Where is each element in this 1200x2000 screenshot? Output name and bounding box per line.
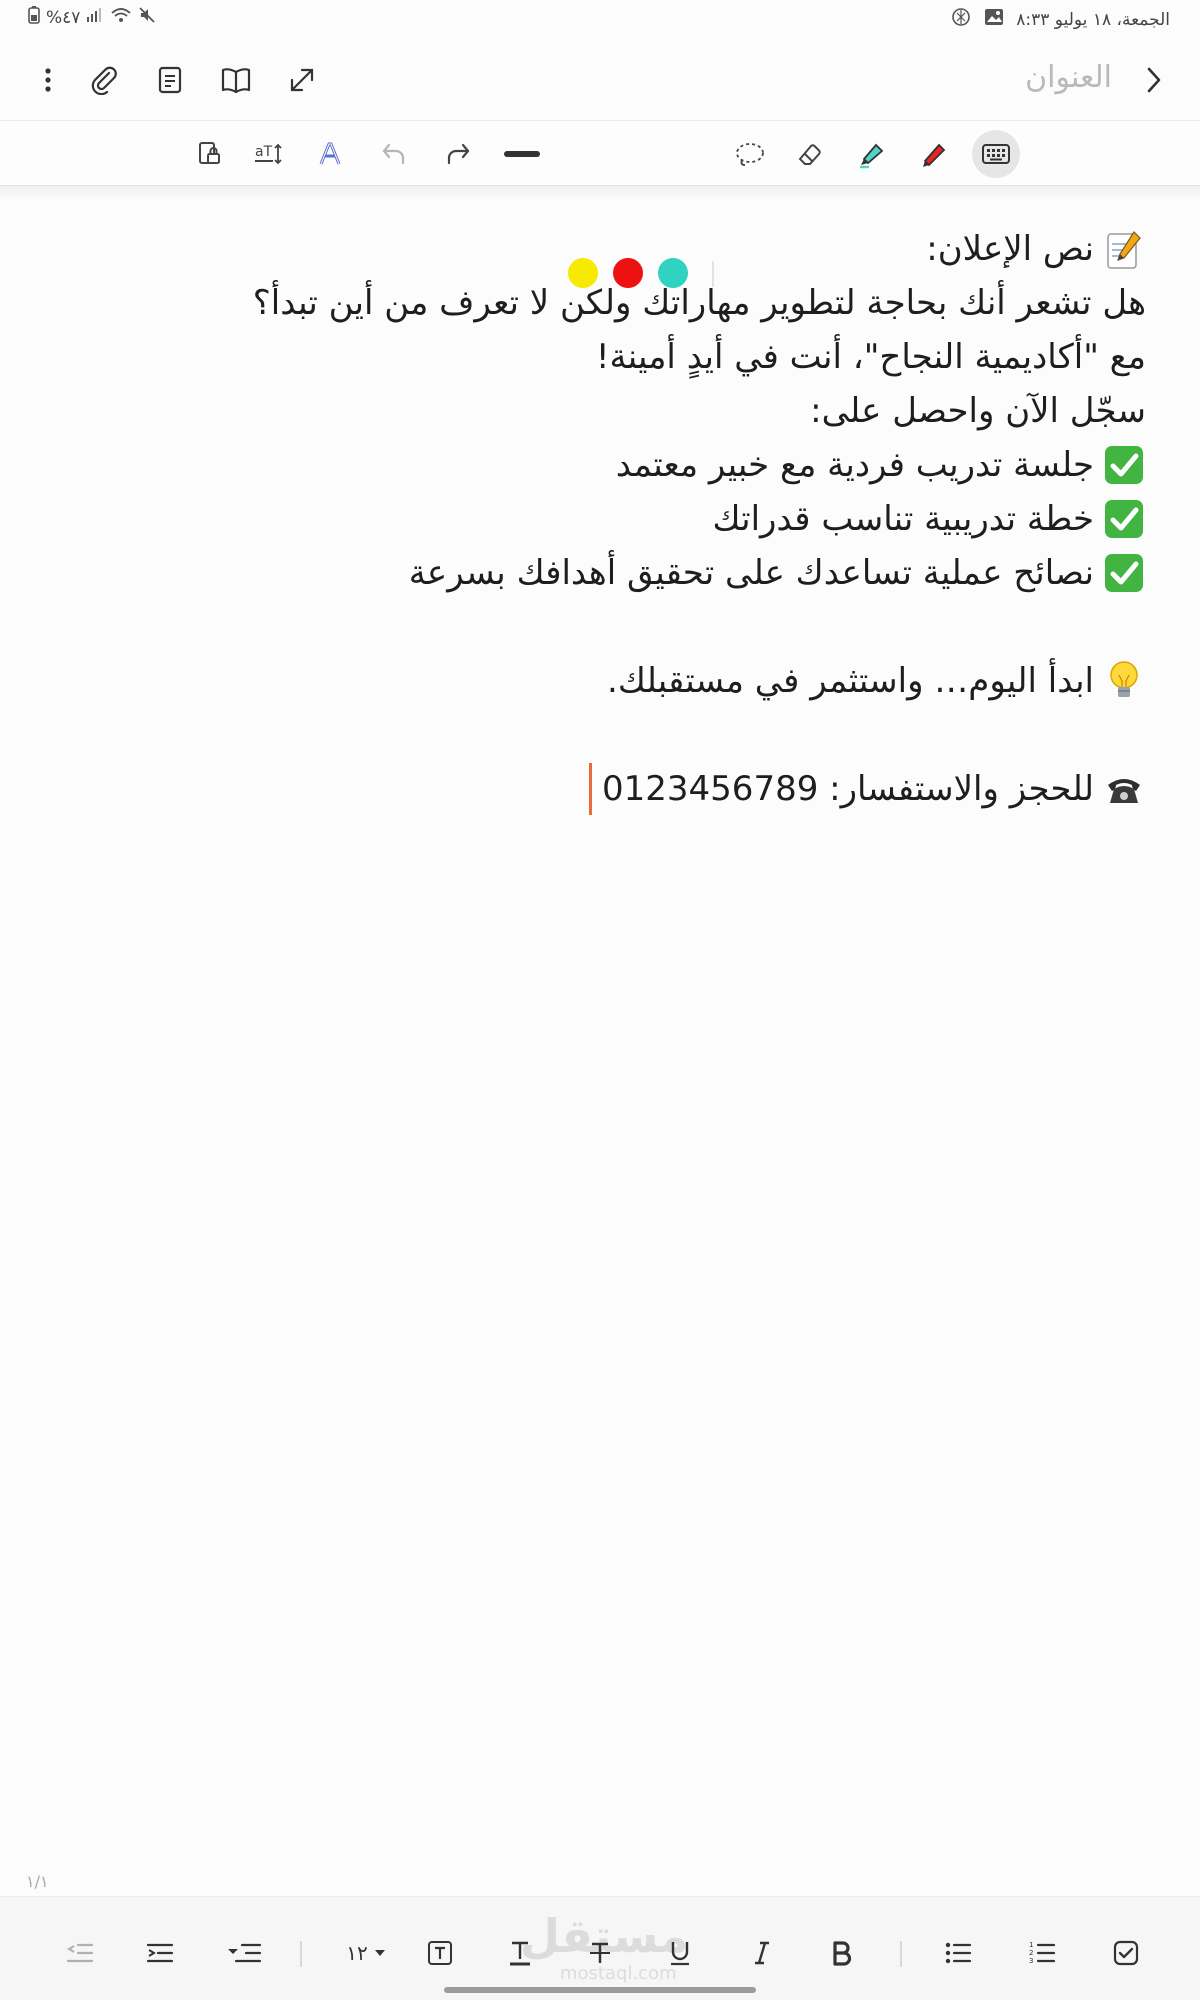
chatgpt-icon <box>950 6 972 33</box>
empty-line <box>0 600 1146 654</box>
note-line-text: خطة تدريبية تناسب قدراتك <box>712 499 1094 539</box>
note-line: نص الإعلان: <box>0 222 1146 276</box>
highlighter-icon[interactable] <box>848 130 896 178</box>
indent-icon[interactable] <box>138 1931 182 1975</box>
keyboard-icon[interactable] <box>972 130 1020 178</box>
lasso-select-icon[interactable] <box>726 130 774 178</box>
strikethrough-icon[interactable] <box>578 1931 622 1975</box>
note-line-text: جلسة تدريب فردية مع خبير معتمد <box>615 445 1094 485</box>
read-mode-book-icon[interactable] <box>214 58 258 102</box>
note-line: نصائح عملية تساعدك على تحقيق أهدافك بسرع… <box>0 546 1146 600</box>
svg-text:aT: aT <box>255 144 273 160</box>
underline-icon[interactable] <box>658 1931 702 1975</box>
note-line: للحجز والاستفسار: 0123456789 <box>0 762 1146 816</box>
note-line-text: نصائح عملية تساعدك على تحقيق أهدافك بسرع… <box>408 553 1094 593</box>
text-color-icon[interactable] <box>498 1931 542 1975</box>
chevron-down-icon <box>374 1950 385 1956</box>
note-header: العنوان <box>0 40 1200 120</box>
gallery-icon <box>984 8 1004 31</box>
check-mark-emoji-icon <box>1102 443 1146 487</box>
text-direction-icon[interactable] <box>222 1931 266 1975</box>
bold-icon[interactable] <box>820 1931 864 1975</box>
pen-icon[interactable] <box>910 130 958 178</box>
memo-emoji-icon <box>1102 227 1146 271</box>
numbered-list-icon[interactable]: 123 <box>1020 1931 1064 1975</box>
note-line: هل تشعر أنك بحاجة لتطوير مهاراتك ولكن لا… <box>0 276 1146 330</box>
more-options-icon[interactable] <box>26 58 70 102</box>
svg-text:1: 1 <box>1029 1941 1033 1949</box>
toolbar-divider <box>300 1941 302 1967</box>
bullet-list-icon[interactable] <box>936 1931 980 1975</box>
redo-icon[interactable] <box>434 130 482 178</box>
attach-paperclip-icon[interactable] <box>82 58 126 102</box>
note-line: مع "أكاديمية النجاح"، أنت في أيدٍ أمينة! <box>0 330 1146 384</box>
mute-icon <box>138 6 156 29</box>
note-line: سجّل الآن واحصل على: <box>0 384 1146 438</box>
status-bar: %٤٧ الجمعة، ١٨ يوليو ٨:٣٣ <box>0 0 1200 36</box>
note-body[interactable]: نص الإعلان: هل تشعر أنك بحاجة لتطوير مها… <box>0 222 1200 816</box>
note-line-text: ابدأ اليوم… واستثمر في مستقبلك. <box>607 661 1094 701</box>
light-bulb-emoji-icon <box>1102 659 1146 703</box>
stroke-thickness-icon[interactable] <box>498 130 546 178</box>
toolbar-divider <box>900 1941 902 1967</box>
note-line-text: نص الإعلان: <box>926 229 1094 269</box>
text-recognition-icon[interactable]: aT <box>244 130 292 178</box>
note-line-text: مع "أكاديمية النجاح"، أنت في أيدٍ أمينة! <box>595 337 1146 377</box>
svg-text:3: 3 <box>1029 1957 1033 1965</box>
note-title-input[interactable]: العنوان <box>1025 60 1112 95</box>
home-indicator[interactable] <box>444 1987 756 1993</box>
telephone-emoji-icon <box>1102 767 1146 811</box>
checklist-icon[interactable] <box>1104 1931 1148 1975</box>
note-line-text: سجّل الآن واحصل على: <box>810 391 1146 431</box>
italic-icon[interactable] <box>740 1931 784 1975</box>
text-cursor <box>589 763 593 815</box>
empty-line <box>0 708 1146 762</box>
page-template-icon[interactable] <box>148 58 192 102</box>
note-line-text: للحجز والاستفسار: 0123456789 <box>602 769 1094 809</box>
wifi-icon <box>110 7 132 28</box>
font-size-value: ١٢ <box>346 1941 368 1965</box>
text-background-icon[interactable] <box>418 1931 462 1975</box>
lock-canvas-icon[interactable] <box>186 130 234 178</box>
eraser-icon[interactable] <box>786 130 834 178</box>
font-size-dropdown[interactable]: ١٢ <box>336 1931 396 1975</box>
battery-icon <box>28 6 40 29</box>
note-line: ابدأ اليوم… واستثمر في مستقبلك. <box>0 654 1146 708</box>
back-chevron-icon[interactable] <box>1132 58 1176 102</box>
check-mark-emoji-icon <box>1102 497 1146 541</box>
page-indicator: ١/١ <box>26 1872 49 1891</box>
note-line: جلسة تدريب فردية مع خبير معتمد <box>0 438 1146 492</box>
toolbar-shadow <box>0 186 1200 200</box>
battery-percent: %٤٧ <box>46 7 81 28</box>
undo-icon[interactable] <box>370 130 418 178</box>
expand-fullscreen-icon[interactable] <box>280 58 324 102</box>
outdent-icon[interactable] <box>58 1931 102 1975</box>
handwriting-style-icon[interactable] <box>306 130 354 178</box>
check-mark-emoji-icon <box>1102 551 1146 595</box>
note-line: خطة تدريبية تناسب قدراتك <box>0 492 1146 546</box>
note-line-text: هل تشعر أنك بحاجة لتطوير مهاراتك ولكن لا… <box>252 283 1146 323</box>
drawing-toolbar: aT <box>0 120 1200 288</box>
svg-text:2: 2 <box>1029 1949 1033 1957</box>
formatting-toolbar: مستقل mostaql.com ١٢ 123 <box>0 1896 1200 2000</box>
signal-icon <box>86 7 104 28</box>
status-date-time: الجمعة، ١٨ يوليو ٨:٣٣ <box>1016 9 1170 30</box>
